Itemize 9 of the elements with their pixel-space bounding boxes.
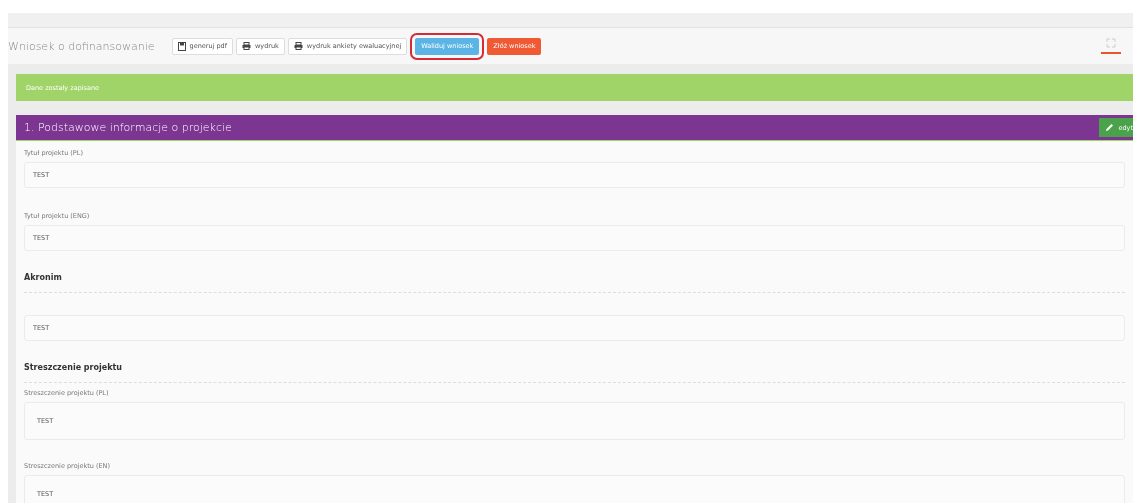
section-subheading: Streszczenie projektu [24,361,1125,383]
section-title: 1. Podstawowe informacje o projekcie [24,121,232,134]
page-title: Wniosek o dofinansowanie [8,39,155,53]
print-icon [242,42,251,50]
file-icon [177,41,186,51]
section-subheading: Akronim [24,271,1125,293]
expand-icon[interactable] [1106,38,1116,48]
pencil-icon [1105,123,1115,132]
print-icon [293,42,303,50]
